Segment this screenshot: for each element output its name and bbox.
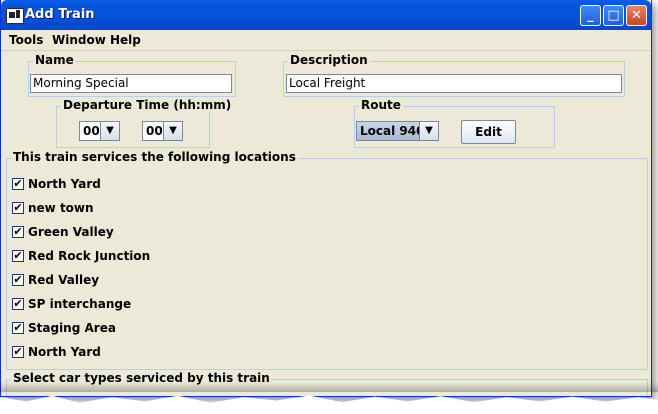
- hour-select[interactable]: 00 ▼: [79, 121, 120, 141]
- location-checkbox[interactable]: ✔: [12, 226, 24, 238]
- add-train-window: Add Train _ □ ✕ Tools Window Help Name M…: [0, 0, 652, 397]
- location-label: Staging Area: [28, 321, 116, 335]
- maximize-button[interactable]: □: [603, 5, 624, 26]
- location-label: Red Rock Junction: [28, 249, 151, 263]
- description-field[interactable]: Local Freight: [286, 74, 622, 93]
- locations-group-title: This train services the following locati…: [11, 150, 298, 164]
- train-app-icon: [6, 8, 24, 24]
- torn-edge-shadow: [0, 382, 658, 392]
- menu-bar: Tools Window Help: [1, 30, 651, 51]
- minimize-icon: _: [587, 8, 594, 23]
- location-checkbox[interactable]: ✔: [12, 178, 24, 190]
- location-checkbox[interactable]: ✔: [12, 250, 24, 262]
- location-checkbox[interactable]: ✔: [12, 202, 24, 214]
- name-group-title: Name: [33, 53, 76, 67]
- menu-help[interactable]: Help: [110, 33, 141, 47]
- menu-window[interactable]: Window: [52, 33, 106, 47]
- edit-route-button[interactable]: Edit: [461, 120, 516, 144]
- location-checkbox[interactable]: ✔: [12, 322, 24, 334]
- location-checkbox[interactable]: ✔: [12, 346, 24, 358]
- minimize-button[interactable]: _: [580, 5, 601, 26]
- title-bar[interactable]: Add Train _ □ ✕: [1, 0, 651, 30]
- chevron-down-icon[interactable]: ▼: [100, 122, 119, 140]
- chevron-down-icon[interactable]: ▼: [419, 122, 438, 140]
- route-select[interactable]: Local 940 ▼: [356, 121, 439, 141]
- location-checkbox[interactable]: ✔: [12, 298, 24, 310]
- departure-group-title: Departure Time (hh:mm): [61, 98, 234, 112]
- location-label: SP interchange: [28, 297, 132, 311]
- chevron-down-icon[interactable]: ▼: [163, 122, 182, 140]
- location-label: North Yard: [28, 177, 101, 191]
- close-icon: ✕: [631, 8, 642, 23]
- location-label: North Yard: [28, 345, 101, 359]
- locations-group: This train services the following locati…: [6, 150, 648, 370]
- route-value: Local 940: [360, 124, 425, 138]
- route-group-title: Route: [359, 98, 403, 112]
- minute-select[interactable]: 00 ▼: [142, 121, 183, 141]
- description-group-title: Description: [288, 53, 370, 67]
- location-label: Red Valley: [28, 273, 100, 287]
- minute-value: 00: [146, 124, 163, 138]
- location-label: new town: [28, 201, 94, 215]
- window-title: Add Train: [25, 7, 95, 22]
- close-button[interactable]: ✕: [626, 5, 647, 26]
- menu-tools[interactable]: Tools: [9, 33, 43, 47]
- hour-value: 00: [83, 124, 100, 138]
- name-field[interactable]: Morning Special: [30, 74, 232, 93]
- location-checkbox[interactable]: ✔: [12, 274, 24, 286]
- location-label: Green Valley: [28, 225, 114, 239]
- maximize-icon: □: [607, 8, 620, 23]
